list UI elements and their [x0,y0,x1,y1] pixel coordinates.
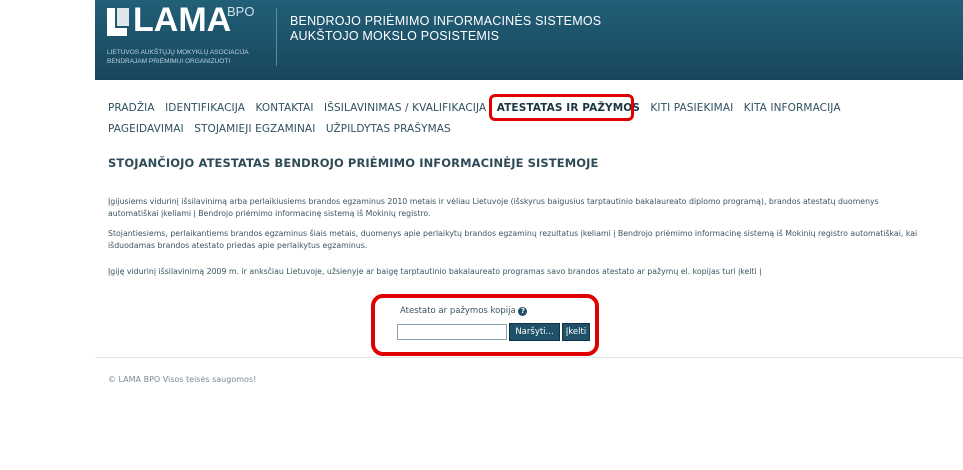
upload-highlight-annotation [371,294,599,356]
logo-subtitle: LIETUVOS AUKŠTŲJŲ MOKYKLŲ ASOCIACIJA BEN… [107,48,277,66]
header-divider [276,8,277,66]
info-paragraph-3: Įgiję vidurinį išsilavinimą 2009 m. ir a… [108,267,762,276]
page-title: STOJANČIOJO ATESTATAS BENDROJO PRIĖMIMO … [108,156,599,170]
nav-item-uzpildytas-prasymas[interactable]: UŽPILDYTAS PRAŠYMAS [326,123,451,135]
nav-item-identifikacija[interactable]: IDENTIFIKACIJA [165,102,245,114]
system-title-line2: AUKŠTOJO MOKSLO POSISTEMIS [290,29,500,43]
page-left-margin [0,0,95,470]
logo-subtitle-line2: BENDRAJAM PRIĖMIMUI ORGANIZUOTI [107,58,231,65]
info-paragraph-2: Stojantiesiems, perlaikantiems brandos e… [108,229,918,250]
nav-item-stojamieji-egzaminai[interactable]: STOJAMIEJI EGZAMINAI [194,123,315,135]
nav-item-kita-informacija[interactable]: KITA INFORMACIJA [744,102,841,114]
footer-copyright: © LAMA BPO Visos teisės saugomos! [108,375,257,384]
footer-divider [95,357,963,358]
nav-item-kiti-pasiekimai[interactable]: KITI PASIEKIMAI [650,102,733,114]
site-header: LAMA BPO LIETUVOS AUKŠTŲJŲ MOKYKLŲ ASOCI… [95,0,963,80]
lama-bpo-logo[interactable]: LAMA BPO LIETUVOS AUKŠTŲJŲ MOKYKLŲ ASOCI… [107,1,267,74]
nav-item-kontaktai[interactable]: KONTAKTAI [256,102,314,114]
main-navigation: PRADŽIA IDENTIFIKACIJA KONTAKTAI IŠSILAV… [108,98,868,140]
nav-item-pageidavimai[interactable]: PAGEIDAVIMAI [108,123,184,135]
info-paragraph-1: Įgijusiems vidurinį išsilavinimą arba pe… [108,197,879,218]
system-title: BENDROJO PRIĖMIMO INFORMACINĖS SISTEMOS … [290,14,601,44]
lama-logo-mark-icon [107,8,129,36]
nav-item-issilavinimas[interactable]: IŠSILAVINIMAS / KVALIFIKACIJA [324,102,486,114]
logo-superscript: BPO [227,4,255,19]
logo-subtitle-line1: LIETUVOS AUKŠTŲJŲ MOKYKLŲ ASOCIACIJA [107,49,249,56]
active-tab-highlight-annotation [489,94,634,121]
logo-text: LAMA [133,1,232,39]
system-title-line1: BENDROJO PRIĖMIMO INFORMACINĖS SISTEMOS [290,14,602,28]
nav-item-pradzia[interactable]: PRADŽIA [108,102,155,114]
